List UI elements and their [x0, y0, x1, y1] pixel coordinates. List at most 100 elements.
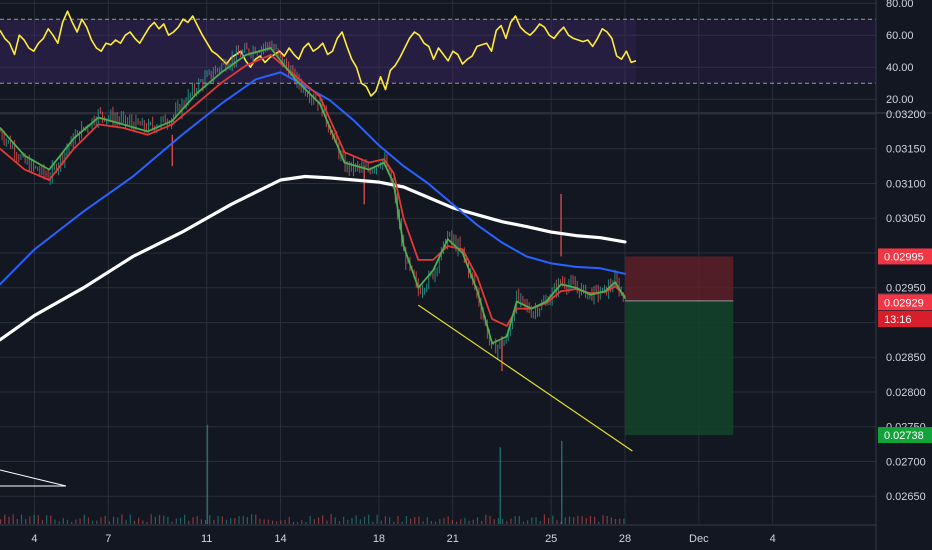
volume-bar [573, 517, 575, 524]
price-tick-label: 0.02850 [886, 352, 926, 364]
volume-bar [384, 516, 387, 524]
trading-chart[interactable]: 80.00 60.00 40.00 20.00 0.03200 0.03150 0.0310… [0, 0, 932, 550]
volume-bar [585, 518, 587, 524]
volume-bar [594, 516, 596, 524]
volume-bar [288, 517, 290, 524]
volume-bar [305, 521, 307, 524]
volume-bar [481, 520, 483, 524]
volume-bar [485, 514, 487, 524]
volume-bar [476, 517, 479, 524]
volume-bar [322, 515, 324, 524]
volume-bar [598, 521, 600, 524]
volume-bar [284, 519, 286, 524]
volume-bar [426, 517, 428, 524]
volume-bar [79, 518, 81, 524]
price-tick-label: 0.03100 [886, 178, 926, 190]
volume-bar [29, 516, 31, 524]
volume-bar [464, 517, 466, 524]
volume-bar [108, 521, 110, 524]
volume-bar [531, 517, 533, 524]
oscillator-tick-label: 20.00 [886, 94, 914, 106]
volume-bar [25, 519, 27, 524]
volume-bar [292, 521, 295, 524]
volume-bar [460, 519, 462, 524]
volume-bar [209, 514, 211, 524]
volume-bar [217, 515, 219, 524]
time-tick-label: 11 [201, 533, 212, 545]
time-tick-label: 21 [447, 533, 459, 545]
volume-bar [430, 520, 433, 524]
volume-bar [112, 516, 115, 524]
volume-bar [146, 521, 148, 524]
volume-bar [309, 515, 311, 524]
volume-bar [129, 514, 131, 524]
price-tick-label: 0.03050 [886, 213, 926, 225]
volume-bar [447, 516, 449, 524]
volume-bar [468, 520, 470, 524]
price-tick-label: 0.02950 [886, 283, 926, 295]
volume-bar [150, 514, 152, 524]
volume-bar [602, 515, 604, 524]
time-tick-label: 4 [31, 533, 37, 545]
volume-bar [104, 515, 106, 524]
volume-bar [489, 515, 491, 524]
volume-bar [117, 517, 119, 524]
volume-bar [263, 519, 265, 524]
volume-bar [66, 519, 69, 524]
volume-bar [75, 519, 77, 524]
time-tick-label: 4 [770, 533, 776, 545]
volume-bar [301, 519, 303, 524]
volume-bar [230, 518, 232, 524]
volume-bar [267, 519, 269, 524]
volume-bar [250, 514, 253, 524]
volume-bar [414, 517, 416, 524]
oscillator-tick-label: 80.00 [886, 0, 914, 10]
volume-bar [577, 515, 579, 524]
volume-bar [422, 521, 424, 524]
volume-bar [20, 514, 23, 524]
volume-bar [50, 515, 52, 524]
volume-bar [435, 521, 437, 524]
oscillator-tick-label: 60.00 [886, 30, 914, 42]
volume-bar [46, 515, 48, 524]
volume-bar [54, 519, 56, 524]
volume-bar [343, 516, 345, 524]
volume-bar [175, 518, 177, 524]
volume-bar [510, 518, 512, 524]
price-label-text: 0.02738 [884, 430, 924, 442]
volume-bar [393, 521, 395, 524]
volume-bar [196, 516, 198, 524]
volume-bar [163, 515, 165, 524]
volume-bar [376, 514, 378, 524]
time-tick-label: 28 [619, 533, 631, 545]
volume-bar [355, 515, 357, 524]
time-tick-label: 7 [105, 533, 111, 545]
volume-bar [535, 517, 537, 524]
volume-bar [33, 514, 35, 524]
volume-bar [497, 517, 499, 524]
volume-bar [317, 517, 320, 524]
volume-bar [37, 515, 39, 524]
price-label-text: 0.02929 [884, 297, 924, 309]
volume-bar [539, 521, 541, 524]
volume-bar [41, 520, 44, 524]
take-profit-zone [625, 300, 734, 436]
time-tick-label: 18 [373, 533, 385, 545]
volume-bar [297, 521, 299, 524]
volume-bar [188, 520, 190, 524]
volume-bar [83, 514, 85, 524]
volume-bar [623, 518, 625, 524]
time-tick-label: Dec [689, 533, 709, 545]
oscillator-tick-label: 40.00 [886, 62, 914, 74]
volume-bar [313, 519, 315, 524]
volume-bar-spike [561, 440, 563, 524]
volume-bar [280, 520, 282, 524]
volume-bar [568, 516, 571, 524]
volume-bar [259, 518, 261, 524]
volume-bar [246, 517, 249, 524]
volume-bar [200, 519, 202, 524]
time-tick-label: 25 [545, 533, 557, 545]
volume-bar [204, 520, 207, 524]
volume-bar [334, 517, 336, 524]
volume-bar [276, 521, 278, 524]
